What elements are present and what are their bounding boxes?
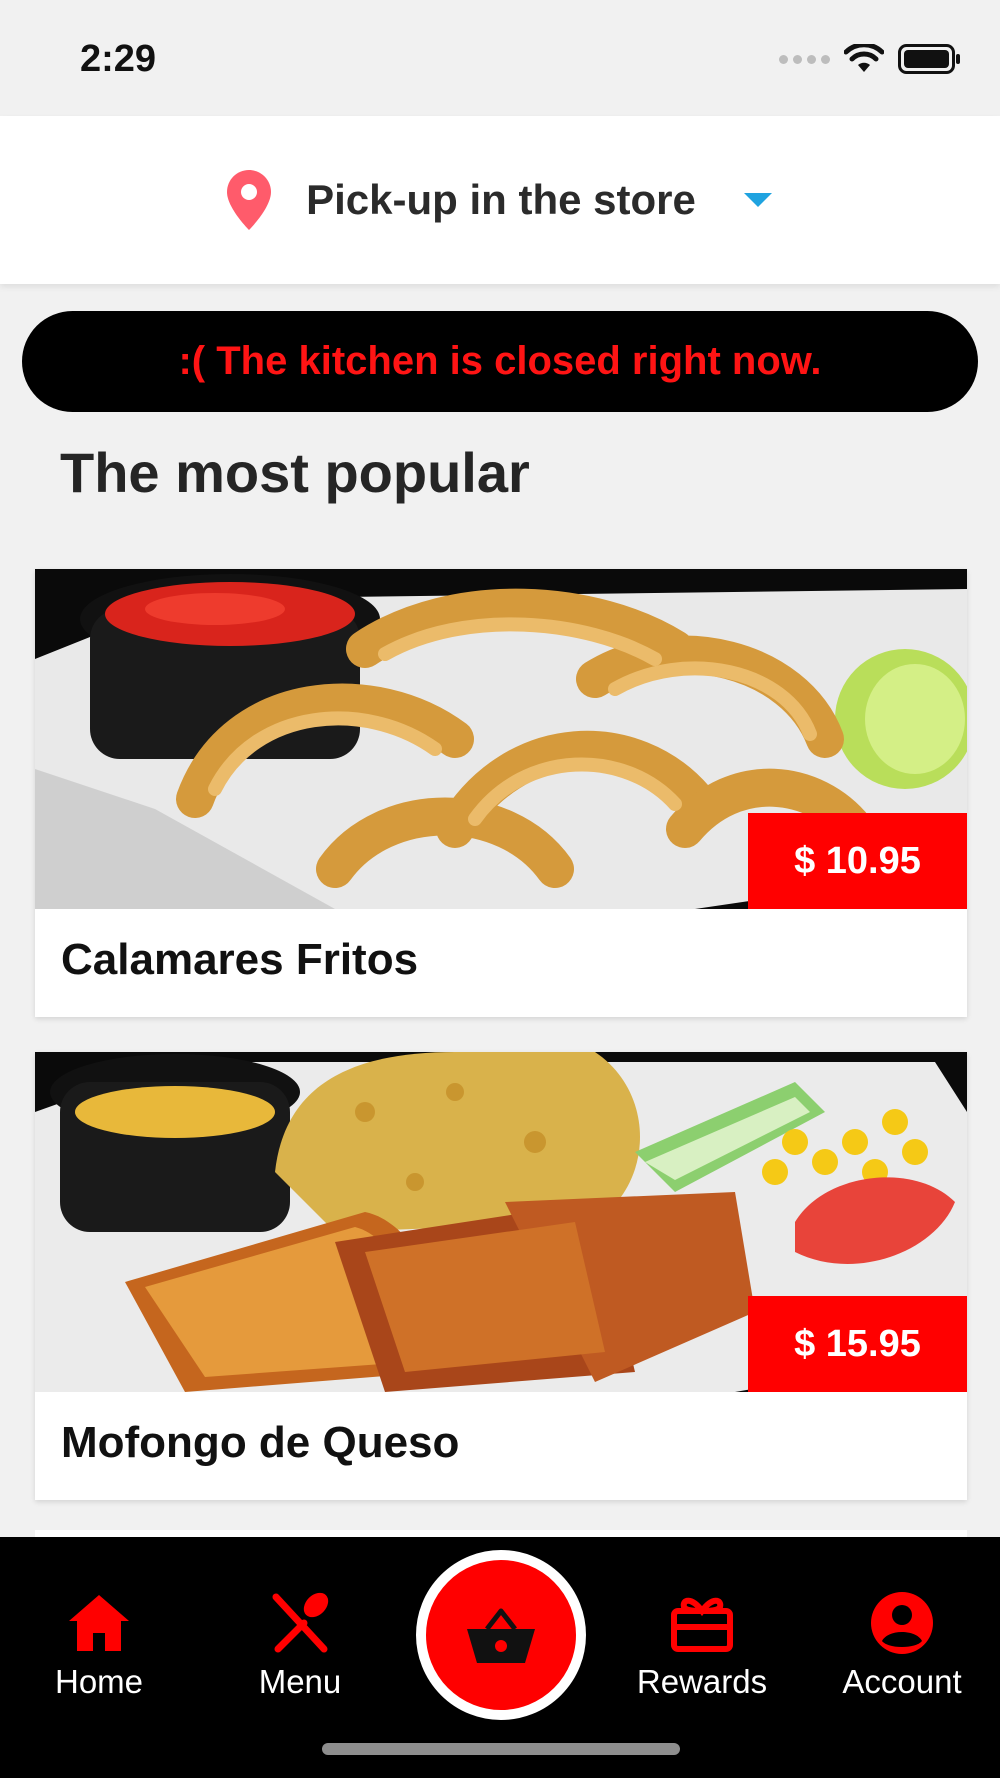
nav-rewards-label: Rewards bbox=[636, 1663, 768, 1700]
nav-account[interactable]: Account bbox=[812, 1589, 992, 1701]
wifi-icon bbox=[844, 44, 884, 72]
kitchen-closed-banner: :( The kitchen is closed right now. bbox=[22, 311, 978, 412]
basket-icon bbox=[467, 1608, 535, 1663]
nav-account-label: Account bbox=[842, 1663, 962, 1700]
cart-button[interactable] bbox=[416, 1550, 586, 1720]
kitchen-closed-text: :( The kitchen is closed right now. bbox=[178, 339, 822, 383]
home-icon bbox=[69, 1595, 129, 1651]
product-name: Mofongo de Queso bbox=[61, 1418, 460, 1467]
product-card-mofongo[interactable]: $ 15.95 Mofongo de Queso bbox=[35, 1052, 967, 1500]
cellular-signal-icon bbox=[779, 54, 830, 64]
battery-icon bbox=[898, 44, 960, 74]
nav-menu-label: Menu bbox=[258, 1663, 342, 1700]
status-icons bbox=[779, 44, 962, 74]
section-title: The most popular bbox=[60, 441, 530, 504]
status-time: 2:29 bbox=[80, 38, 157, 80]
price-tag: $ 10.95 bbox=[748, 813, 967, 909]
pickup-selector[interactable]: Pick-up in the store bbox=[0, 116, 1000, 284]
pickup-mode-label: Pick-up in the store bbox=[306, 176, 696, 223]
nav-home[interactable]: Home bbox=[9, 1589, 189, 1701]
product-image: $ 10.95 bbox=[35, 569, 967, 909]
status-bar: 2:29 bbox=[0, 0, 1000, 116]
nav-rewards[interactable]: Rewards bbox=[612, 1589, 792, 1701]
location-pin-icon bbox=[227, 170, 272, 230]
price-tag: $ 15.95 bbox=[748, 1296, 967, 1392]
gift-icon bbox=[671, 1597, 733, 1652]
home-indicator[interactable] bbox=[322, 1743, 680, 1755]
bottom-navigation: Home Menu Rewards Account bbox=[0, 1537, 1000, 1778]
caret-down-icon bbox=[743, 193, 772, 207]
product-name: Calamares Fritos bbox=[61, 935, 419, 984]
product-image: $ 15.95 bbox=[35, 1052, 967, 1392]
nav-home-label: Home bbox=[54, 1663, 144, 1700]
fork-knife-icon bbox=[272, 1592, 329, 1653]
product-card-calamares[interactable]: $ 10.95 Calamares Fritos bbox=[35, 569, 967, 1017]
account-icon bbox=[871, 1592, 933, 1654]
nav-menu[interactable]: Menu bbox=[210, 1589, 390, 1701]
